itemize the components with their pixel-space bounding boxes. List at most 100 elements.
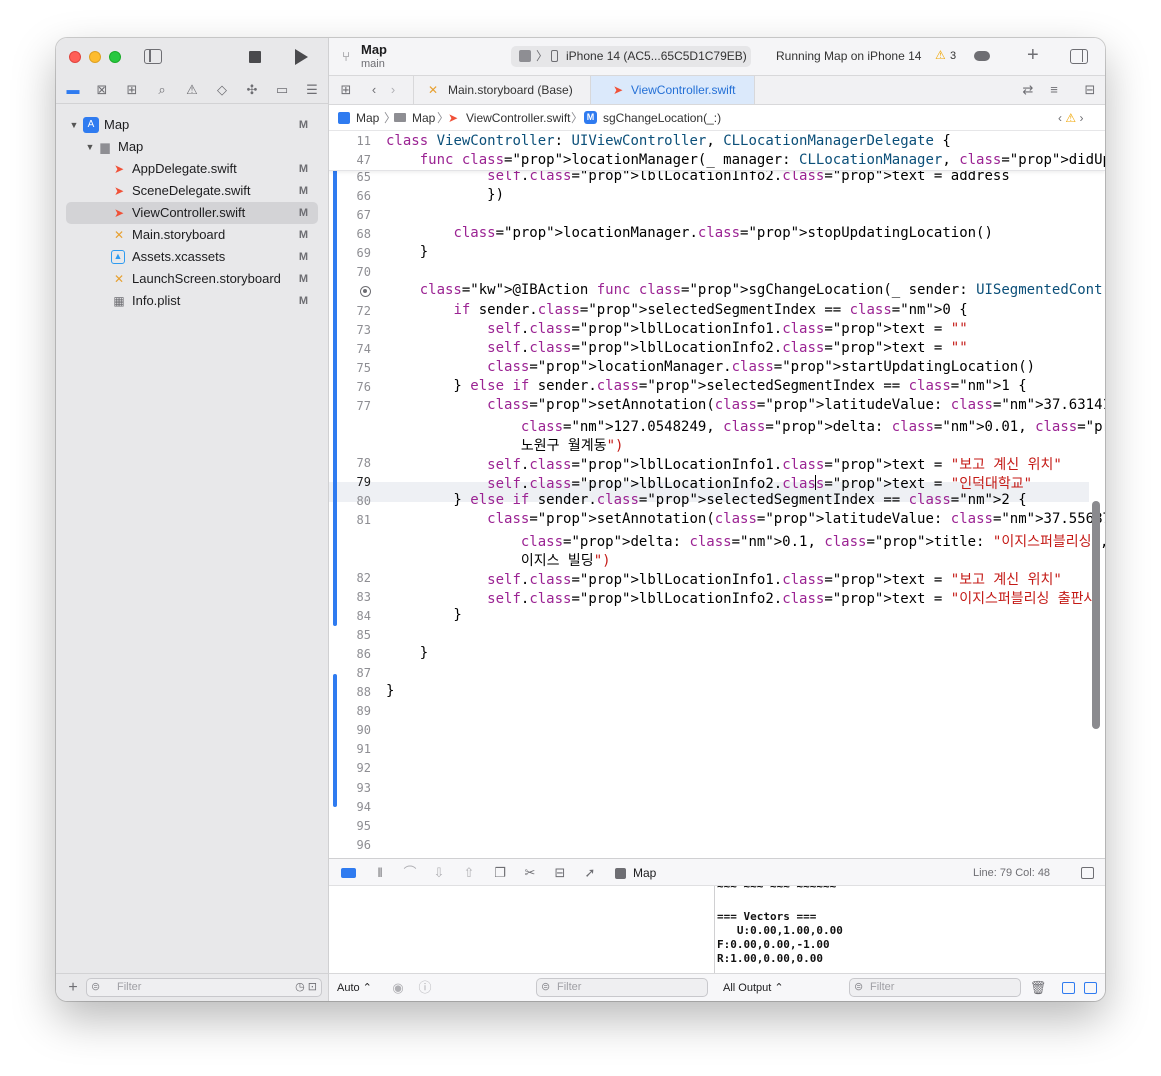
tree-item-file-selected[interactable]: ➤ ViewController.swift M (66, 202, 318, 224)
minimize-window-button[interactable] (89, 51, 101, 63)
tab-main-storyboard[interactable]: ✕ Main.storyboard (Base) (413, 76, 591, 104)
navigator-filter-bar: + ⊜ Filter ◷ ⊡ (56, 973, 329, 1001)
debug-target[interactable]: Map (633, 859, 656, 887)
source-control-icon[interactable]: ⊠ (93, 82, 111, 98)
tree-item-project[interactable]: ▼ A Map M (66, 114, 318, 136)
navigator-filter-input[interactable]: ⊜ Filter ◷ ⊡ (86, 978, 322, 997)
split-editor-icon[interactable]: ⊟ (1081, 82, 1099, 98)
eye-icon[interactable]: ◉ (389, 980, 407, 996)
tree-item-file[interactable]: ✕ Main.storyboard M (66, 224, 318, 246)
pause-icon[interactable]: ‖ (371, 865, 389, 881)
breadcrumb-project[interactable]: Map (356, 105, 379, 131)
trash-icon[interactable]: 🗑 (1029, 980, 1047, 996)
run-icon[interactable] (295, 49, 308, 65)
breadcrumb-group[interactable]: Map (412, 105, 435, 131)
related-items-icon[interactable]: ⇄ (1019, 82, 1037, 98)
forward-icon[interactable]: › (384, 82, 402, 98)
scheme-name[interactable]: Map (361, 42, 387, 57)
variables-pane-toggle-icon[interactable] (1062, 982, 1075, 994)
symbol-icon[interactable]: ⊞ (123, 82, 141, 98)
close-window-button[interactable] (69, 51, 81, 63)
console-line: R:1.00,0.00,0.00 (717, 952, 823, 965)
source-change-bar[interactable] (333, 162, 337, 626)
console-output[interactable]: ~~~ ~~~ ~~~ ~~~~~~ === Vectors === U:0.0… (715, 886, 1105, 973)
tree-item-group[interactable]: ▼ ▆ Map (66, 136, 318, 158)
cloud-icon[interactable] (974, 51, 990, 61)
breakpoint-indicator-icon[interactable] (360, 286, 371, 298)
variables-filter-input[interactable]: ⊜ Filter (536, 978, 708, 997)
filter-placeholder: Filter (557, 981, 582, 993)
sticky-scope-header: 11 class ViewController: UIViewController… (329, 131, 1105, 171)
tree-item-file[interactable]: ✕ LaunchScreen.storyboard M (66, 268, 318, 290)
debug-icon[interactable]: ✣ (243, 82, 261, 98)
add-icon[interactable]: + (64, 980, 82, 996)
app-icon (519, 50, 531, 62)
tree-item-file[interactable]: ➤ AppDelegate.swift M (66, 158, 318, 180)
step-over-icon[interactable]: ⌒ (401, 865, 419, 881)
console-output-selector[interactable]: All Output ⌃ (723, 974, 784, 1001)
tab-viewcontroller-swift[interactable]: ➤ ViewController.swift (591, 76, 755, 104)
source-change-bar[interactable] (333, 673, 337, 808)
code-line: self.class="prop">lblLocationInfo2.class… (487, 339, 968, 356)
editor-scrollbar[interactable] (1092, 501, 1100, 729)
memory-graph-icon[interactable]: ✂ (521, 865, 539, 881)
inspector-toggle-icon[interactable] (1070, 49, 1088, 64)
code-line: class="prop">delta: class="nm">0.1, clas… (520, 533, 1105, 550)
tree-item-label: Info.plist (132, 293, 181, 308)
tree-item-file[interactable]: ▦ Info.plist M (66, 290, 318, 312)
console-pane-toggle-icon[interactable] (1084, 982, 1097, 994)
scheme-destination-selector[interactable]: 〉 iPhone 14 (AC5...65C5D1C79EB) (511, 46, 751, 67)
stop-icon[interactable] (249, 51, 261, 63)
test-icon[interactable]: ◇ (213, 82, 231, 98)
tab-label: Main.storyboard (Base) (448, 83, 573, 97)
tree-item-label: Map (118, 139, 144, 154)
variables-scope-selector[interactable]: Auto ⌃ (337, 974, 372, 1001)
zoom-window-button[interactable] (109, 51, 121, 63)
view-hierarchy-icon[interactable]: ❐ (491, 865, 509, 881)
search-icon[interactable]: ⌕ (153, 82, 171, 98)
tree-item-label: Main.storyboard (132, 227, 226, 242)
add-icon[interactable]: + (1027, 44, 1039, 67)
breakpoint-icon[interactable]: ▭ (273, 82, 291, 98)
hide-debug-area-icon[interactable] (341, 868, 356, 878)
xcode-window: ▬ ⊠ ⊞ ⌕ ⚠ ◇ ✣ ▭ ☰ ▼ A Map M ▼ ▆ Map ➤ Ap… (56, 38, 1105, 1001)
environment-icon[interactable]: ⊟ (551, 865, 569, 881)
swift-file-icon: ➤ (448, 111, 459, 125)
warning-icon[interactable]: ⚠ (935, 48, 946, 62)
tree-item-file[interactable]: ➤ SceneDelegate.swift M (66, 180, 318, 202)
breadcrumb-file[interactable]: ViewController.swift (466, 105, 570, 131)
code-line: } (386, 606, 462, 623)
step-out-icon[interactable]: ⇧ (460, 865, 478, 881)
chevron-down-icon[interactable]: ▼ (68, 114, 80, 136)
console-filter-input[interactable]: ⊜ Filter (849, 978, 1021, 997)
location-icon[interactable]: ➚ (581, 865, 599, 881)
step-into-icon[interactable]: ⇩ (430, 865, 448, 881)
tree-item-file[interactable]: ▲ Assets.xcassets M (66, 246, 318, 268)
filter-icon: ⊜ (854, 981, 864, 993)
folder-icon[interactable]: ▬ (64, 82, 82, 98)
issue-icon[interactable]: ⚠ (183, 82, 201, 98)
swift-file-icon: ➤ (613, 83, 624, 97)
branch-icon[interactable]: ⑂ (337, 49, 355, 65)
recent-files-icon[interactable]: ◷ ⊡ (295, 979, 317, 996)
console-toggle-icon[interactable] (1081, 867, 1094, 879)
report-icon[interactable]: ☰ (303, 82, 321, 98)
chevron-down-icon[interactable]: ▼ (84, 136, 96, 158)
breadcrumb-symbol[interactable]: sgChangeLocation(_:) (603, 105, 721, 131)
info-icon[interactable]: ⓘ (416, 980, 434, 996)
variables-view[interactable] (329, 886, 715, 973)
scm-status-badge: M (298, 207, 308, 219)
issue-navigation[interactable]: ‹ ⚠ › (1058, 105, 1083, 131)
debug-bottom-bar: Auto ⌃ ◉ ⓘ ⊜ Filter All Output ⌃ ⊜ Filte… (329, 973, 1105, 1001)
warning-count[interactable]: 3 (950, 50, 956, 62)
sidebar-toggle-icon[interactable] (144, 49, 162, 64)
editor-options-icon[interactable]: ≡ (1045, 82, 1063, 98)
code-line: class="prop">locationManager.class="prop… (487, 358, 1036, 375)
back-icon[interactable]: ‹ (365, 82, 383, 98)
window-controls (56, 38, 329, 76)
console-line: F:0.00,0.00,-1.00 (717, 938, 830, 951)
source-editor[interactable]: 65 self.class="prop">lblLocationInfo2.cl… (329, 131, 1105, 858)
grid-icon[interactable]: ⊞ (337, 82, 355, 98)
code-line: class="kw">@IBAction func class="prop">s… (419, 282, 1105, 299)
app-icon (615, 868, 626, 879)
